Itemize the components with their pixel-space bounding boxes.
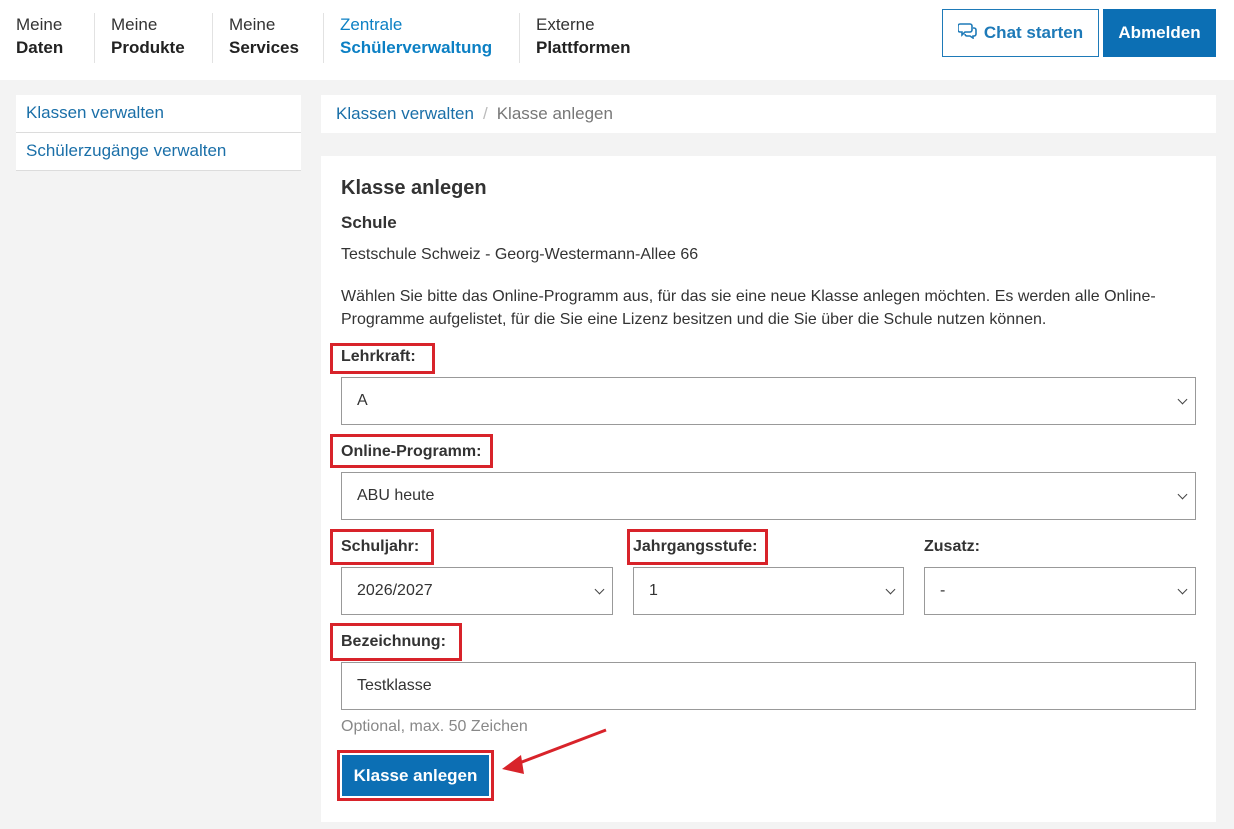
nav-item-line1: Meine xyxy=(111,15,158,34)
nav-item-meine-services[interactable]: Meine Services xyxy=(212,13,299,63)
nav-item-meine-daten[interactable]: Meine Daten xyxy=(0,13,63,63)
nav-item-meine-produkte[interactable]: Meine Produkte xyxy=(94,13,185,63)
nav-item-line2: Plattformen xyxy=(536,38,631,57)
chat-bubbles-icon xyxy=(957,22,978,44)
logout-button[interactable]: Abmelden xyxy=(1103,9,1216,57)
nav-item-line1: Externe xyxy=(536,15,595,34)
top-navigation: Meine Daten Meine Produkte Meine Service… xyxy=(0,0,1234,80)
class-create-form: Klasse anlegen Schule Testschule Schweiz… xyxy=(321,156,1216,822)
breadcrumb-separator: / xyxy=(482,104,488,123)
sidebar: Klassen verwalten Schülerzugänge verwalt… xyxy=(16,95,301,171)
sidebar-item-schuelerzugaenge-verwalten[interactable]: Schülerzugänge verwalten xyxy=(16,133,301,171)
nav-item-line2: Schülerverwaltung xyxy=(340,38,493,57)
nav-item-externe-plattformen[interactable]: Externe Plattformen xyxy=(519,13,630,63)
nav-item-line1: Zentrale xyxy=(340,15,403,34)
nav-item-line2: Produkte xyxy=(111,38,185,57)
sidebar-item-klassen-verwalten[interactable]: Klassen verwalten xyxy=(16,95,301,133)
breadcrumb: Klassen verwalten / Klasse anlegen xyxy=(321,95,1216,133)
nav-item-line1: Meine xyxy=(16,15,63,34)
nav-item-line1: Meine xyxy=(229,15,276,34)
breadcrumb-current: Klasse anlegen xyxy=(496,104,613,123)
chat-start-button[interactable]: Chat starten xyxy=(942,9,1099,57)
annotation-arrow-icon xyxy=(502,728,607,774)
breadcrumb-link-klassen-verwalten[interactable]: Klassen verwalten xyxy=(336,104,474,123)
nav-item-zentrale-schuelerverwaltung[interactable]: Zentrale Schülerverwaltung xyxy=(323,13,492,63)
nav-item-line2: Services xyxy=(229,38,299,57)
nav-item-line2: Daten xyxy=(16,38,64,57)
chat-start-label: Chat starten xyxy=(983,23,1084,42)
